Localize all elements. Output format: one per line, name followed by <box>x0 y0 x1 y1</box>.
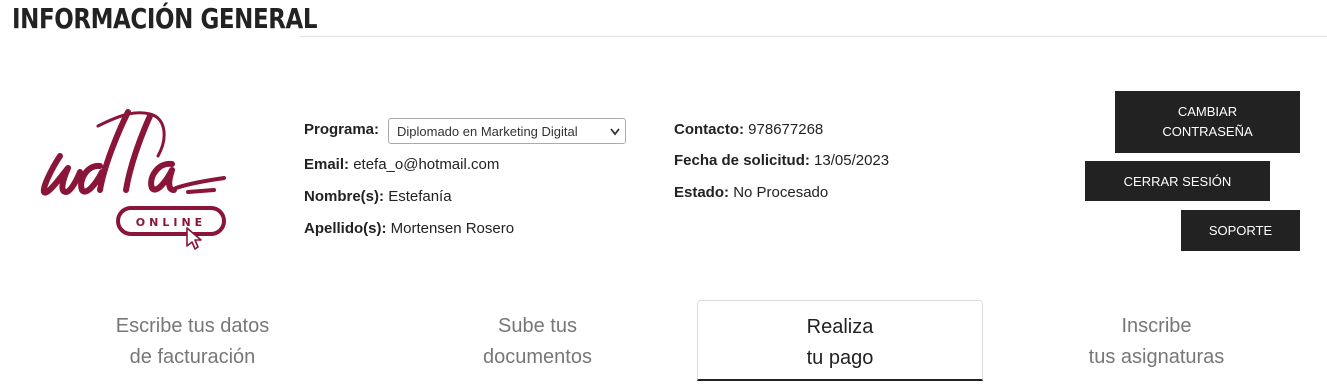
name-value: Estefanía <box>388 188 452 205</box>
status-row: Estado: No Procesado <box>674 184 828 201</box>
status-value: No Procesado <box>733 184 829 201</box>
request-date-value: 13/05/2023 <box>814 152 890 169</box>
step-billing-line2: de facturación <box>129 346 256 368</box>
surname-row: Apellido(s): Mortensen Rosero <box>304 220 514 237</box>
step-enroll-line2: tus asignaturas <box>1088 346 1225 368</box>
step-billing-line1: Escribe tus datos <box>115 315 270 337</box>
step-payment[interactable]: Realiza tu pago <box>697 300 983 381</box>
change-password-line2: CONTRASEÑA <box>1162 124 1253 139</box>
support-button[interactable]: SOPORTE <box>1181 210 1300 251</box>
step-payment-line2: tu pago <box>806 347 874 369</box>
program-select[interactable]: Diplomado en Marketing Digital <box>388 118 626 144</box>
profile-info-right: Contacto: 978677268 Fecha de solicitud: … <box>674 118 1004 218</box>
contact-row: Contacto: 978677268 <box>674 121 823 138</box>
request-date-label: Fecha de solicitud: <box>674 152 810 169</box>
email-value: etefa_o@hotmail.com <box>353 156 500 173</box>
program-label: Programa: <box>304 121 380 138</box>
step-billing[interactable]: Escribe tus datos de facturación <box>65 300 320 381</box>
email-label: Email: <box>304 156 350 173</box>
program-select-value: Diplomado en Marketing Digital <box>397 124 578 139</box>
name-row: Nombre(s): Estefanía <box>304 188 452 205</box>
change-password-line1: CAMBIAR <box>1177 104 1238 119</box>
profile-info-left: Programa: Diplomado en Marketing Digital… <box>304 118 644 248</box>
contact-value: 978677268 <box>748 121 824 138</box>
step-documents-line2: documentos <box>483 346 592 368</box>
udla-online-logo: ONLINE <box>38 108 234 252</box>
step-enroll-subjects[interactable]: Inscribe tus asignaturas <box>1029 300 1284 381</box>
step-payment-line1: Realiza <box>806 316 874 338</box>
email-row: Email: etefa_o@hotmail.com <box>304 156 499 173</box>
logo-badge-text: ONLINE <box>136 216 206 229</box>
program-row: Programa: <box>304 121 379 138</box>
surname-label: Apellido(s): <box>304 220 387 237</box>
contact-label: Contacto: <box>674 121 744 138</box>
page-header: INFORMACIÓN GENERAL <box>0 0 1327 37</box>
step-documents-line1: Sube tus <box>498 315 577 337</box>
step-enroll-line1: Inscribe <box>1121 315 1192 337</box>
surname-value: Mortensen Rosero <box>390 220 515 237</box>
chevron-down-icon <box>609 119 621 154</box>
change-password-button[interactable]: CAMBIAR CONTRASEÑA <box>1115 91 1300 153</box>
logout-button[interactable]: CERRAR SESIÓN <box>1085 161 1270 201</box>
page-title: INFORMACIÓN GENERAL <box>12 2 318 35</box>
step-documents[interactable]: Sube tus documentos <box>410 300 665 381</box>
enrollment-steps: Escribe tus datos de facturación Sube tu… <box>0 300 1327 391</box>
title-divider <box>300 36 1327 37</box>
status-label: Estado: <box>674 184 730 201</box>
request-date-row: Fecha de solicitud: 13/05/2023 <box>674 152 889 169</box>
name-label: Nombre(s): <box>304 188 385 205</box>
